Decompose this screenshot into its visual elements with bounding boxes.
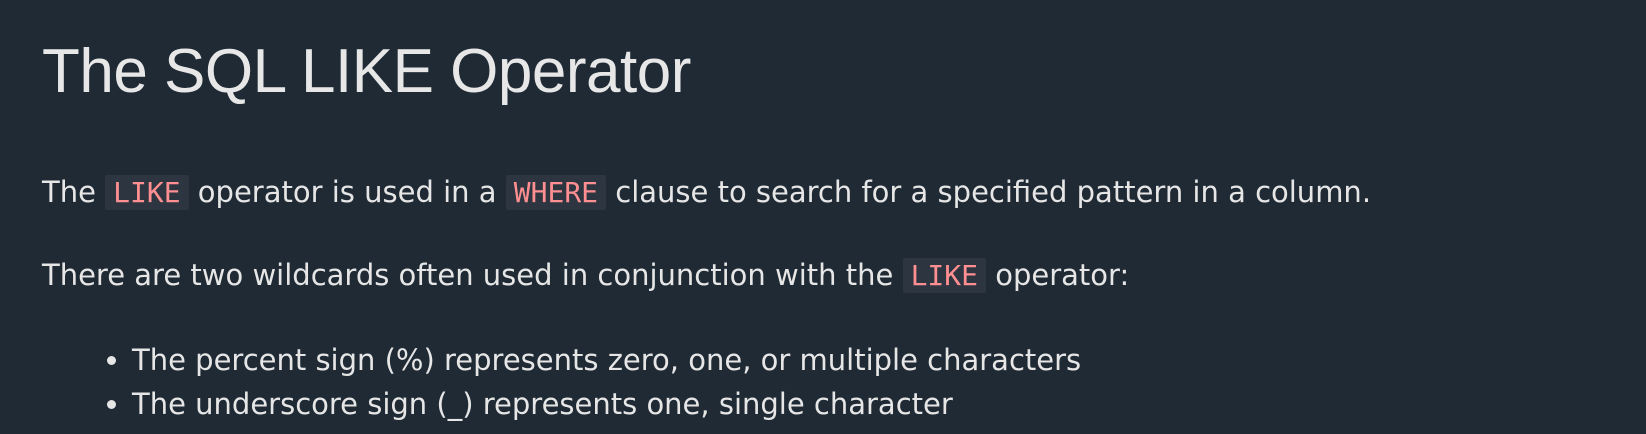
code-like: LIKE [105, 175, 189, 210]
page-title: The SQL LIKE Operator [42, 37, 691, 106]
list-item-underscore: The underscore sign (_) represents one, … [132, 382, 1604, 426]
intro-text-1: The [42, 175, 106, 209]
wildcard-list: The percent sign (%) represents zero, on… [42, 338, 1604, 426]
code-where: WHERE [505, 175, 607, 210]
wildcards-text-2: operator: [986, 258, 1130, 292]
intro-text-3: clause to search for a specified pattern… [606, 175, 1372, 209]
wildcards-text-1: There are two wildcards often used in co… [42, 258, 903, 292]
intro-text-2: operator is used in a [188, 175, 506, 209]
intro-paragraph: The LIKE operator is used in a WHERE cla… [42, 172, 1604, 213]
code-like-2: LIKE [902, 258, 987, 293]
list-item-percent: The percent sign (%) represents zero, on… [132, 338, 1604, 382]
wildcards-paragraph: There are two wildcards often used in co… [42, 255, 1604, 296]
article-content: The SQL LIKE Operator The LIKE operator … [0, 0, 1646, 426]
